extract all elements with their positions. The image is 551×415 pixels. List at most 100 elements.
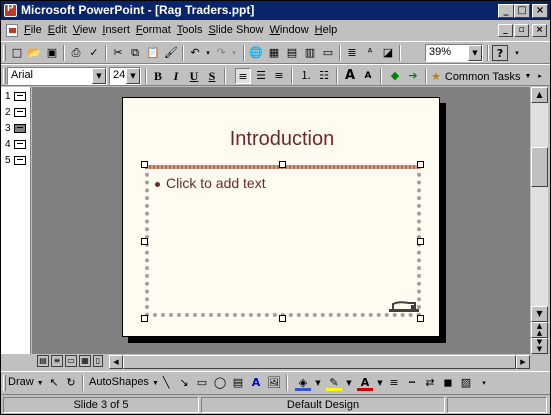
horizontal-scrollbar[interactable]: ◀ ▶ <box>109 355 530 369</box>
free-rotate-icon[interactable]: ↻ <box>63 375 79 391</box>
align-left-icon[interactable]: ≡ <box>235 68 251 84</box>
menu-edit[interactable]: Edit <box>45 23 70 37</box>
chevron-down-icon[interactable]: ▼ <box>310 375 326 391</box>
increase-font-size-icon[interactable]: A <box>342 68 358 84</box>
doc-restore-button[interactable]: ▫ <box>514 24 529 37</box>
redo-dropdown-icon[interactable]: ▾ <box>226 45 242 61</box>
slide-view-icon[interactable]: ▭ <box>65 355 77 367</box>
help-icon[interactable]: ? <box>492 45 508 61</box>
resize-handle[interactable] <box>279 161 286 168</box>
shadow-button[interactable]: S <box>204 68 220 84</box>
print-icon[interactable]: ⎙ <box>68 45 84 61</box>
toolbar-options-icon[interactable]: ▾ <box>476 375 492 391</box>
doc-minimize-button[interactable]: _ <box>498 24 513 37</box>
hyperlink-icon[interactable]: 🌐 <box>248 45 264 61</box>
show-formatting-icon[interactable]: ᴬ <box>362 45 378 61</box>
outline-view-icon[interactable]: ≡ <box>51 355 63 367</box>
new-slide-icon[interactable]: ▭ <box>320 45 336 61</box>
draw-menu-button[interactable]: Draw ▼ <box>8 376 44 388</box>
doc-close-button[interactable]: × <box>532 24 547 37</box>
toolbar-options-icon[interactable]: ▸ <box>532 68 548 84</box>
slide-pane[interactable]: Introduction Click to add text <box>32 87 530 354</box>
select-objects-icon[interactable]: ↖ <box>46 375 62 391</box>
resize-handle[interactable] <box>141 238 148 245</box>
menu-view[interactable]: View <box>70 23 100 37</box>
demote-icon[interactable]: ➔ <box>405 68 421 84</box>
fill-color-icon[interactable]: ◈ <box>295 375 311 391</box>
autoshapes-menu-button[interactable]: AutoShapes ▼ <box>89 376 159 388</box>
scroll-up-icon[interactable]: ▲ <box>531 87 548 103</box>
slide-canvas[interactable]: Introduction Click to add text <box>122 97 440 337</box>
slide-thumb-3[interactable]: 3 <box>3 123 29 135</box>
numbering-icon[interactable]: ⒈ <box>298 68 314 84</box>
new-icon[interactable]: □ <box>9 45 25 61</box>
normal-view-icon[interactable]: ▤ <box>37 355 49 367</box>
vertical-scrollbar[interactable]: ▲ ▼ ▲ ▲ ▼ ▼ <box>531 87 548 354</box>
chevron-down-icon[interactable]: ▼ <box>468 45 482 61</box>
slide-sorter-view-icon[interactable]: ▦ <box>79 355 91 367</box>
open-icon[interactable]: 📂 <box>26 45 42 61</box>
menu-slide-show[interactable]: Slide Show <box>205 23 266 37</box>
toolbar-options-icon[interactable]: ▾ <box>509 45 525 61</box>
menu-window[interactable]: Window <box>267 23 312 37</box>
previous-slide-icon[interactable]: ▲ ▲ <box>531 322 548 338</box>
text-box-icon[interactable]: ▤ <box>230 375 246 391</box>
maximize-button[interactable]: □ <box>514 4 530 18</box>
format-painter-icon[interactable]: 🖌 <box>163 45 179 61</box>
resize-handle[interactable] <box>141 315 148 322</box>
rectangle-icon[interactable]: ▭ <box>194 375 210 391</box>
minimize-button[interactable]: _ <box>498 4 514 18</box>
line-color-icon[interactable]: ✎ <box>326 375 342 391</box>
decrease-font-size-icon[interactable]: A <box>360 68 376 84</box>
scroll-right-icon[interactable]: ▶ <box>516 355 530 369</box>
resize-handle[interactable] <box>417 315 424 322</box>
chevron-down-icon[interactable]: ▼ <box>341 375 357 391</box>
toolbar-grip[interactable] <box>3 45 6 61</box>
resize-handle[interactable] <box>417 238 424 245</box>
line-style-icon[interactable]: ≡ <box>386 375 402 391</box>
slide-thumb-5[interactable]: 5 <box>3 155 29 167</box>
align-right-icon[interactable]: ≡ <box>271 68 287 84</box>
next-slide-icon[interactable]: ▼ ▼ <box>531 338 548 354</box>
scroll-down-icon[interactable]: ▼ <box>531 306 548 322</box>
placeholder-text[interactable]: Click to add text <box>155 175 266 191</box>
spelling-icon[interactable]: ✓ <box>86 45 102 61</box>
expand-all-icon[interactable]: ≣ <box>344 45 360 61</box>
powerpoint-app-icon[interactable] <box>4 3 17 17</box>
arrow-style-icon[interactable]: ⇄ <box>422 375 438 391</box>
resize-handle[interactable] <box>279 315 286 322</box>
promote-icon[interactable]: ◆ <box>387 68 403 84</box>
toolbar-grip[interactable] <box>3 375 6 391</box>
outline-pane[interactable]: 1 2 3 4 5 <box>1 87 31 354</box>
bullets-icon[interactable]: ☷ <box>316 68 332 84</box>
document-icon[interactable] <box>6 24 18 37</box>
zoom-select[interactable]: 39% ▼ <box>425 44 483 62</box>
close-button[interactable]: × <box>532 4 548 18</box>
slide-show-icon[interactable]: ▯ <box>93 355 103 367</box>
bold-button[interactable]: B <box>150 68 166 84</box>
copy-icon[interactable]: ⧉ <box>127 45 143 61</box>
resize-handle[interactable] <box>417 161 424 168</box>
tables-borders-icon[interactable]: ▦ <box>266 45 282 61</box>
align-center-icon[interactable]: ☰ <box>253 68 269 84</box>
menu-insert[interactable]: Insert <box>99 23 133 37</box>
slide-title[interactable]: Introduction <box>123 128 441 151</box>
scroll-thumb[interactable] <box>123 355 516 369</box>
shadow-icon[interactable]: ◼ <box>440 375 456 391</box>
body-placeholder[interactable]: Click to add text <box>145 165 421 317</box>
wordart-icon[interactable]: A <box>248 375 264 391</box>
common-tasks-button[interactable]: ★ Common Tasks ▼ <box>431 68 531 85</box>
cut-icon[interactable]: ✂ <box>110 45 126 61</box>
save-icon[interactable]: ▣ <box>44 45 60 61</box>
line-icon[interactable]: ╲ <box>158 375 174 391</box>
scroll-left-icon[interactable]: ◀ <box>109 355 123 369</box>
slide-thumb-1[interactable]: 1 <box>3 91 29 103</box>
menu-format[interactable]: Format <box>133 23 174 37</box>
3d-icon[interactable]: ▨ <box>458 375 474 391</box>
font-size-select[interactable]: 24 ▼ <box>109 67 141 85</box>
paste-icon[interactable]: 📋 <box>145 45 161 61</box>
grayscale-icon[interactable]: ◪ <box>380 45 396 61</box>
chevron-down-icon[interactable]: ▼ <box>126 68 140 84</box>
italic-button[interactable]: I <box>168 68 184 84</box>
resize-handle[interactable] <box>141 161 148 168</box>
